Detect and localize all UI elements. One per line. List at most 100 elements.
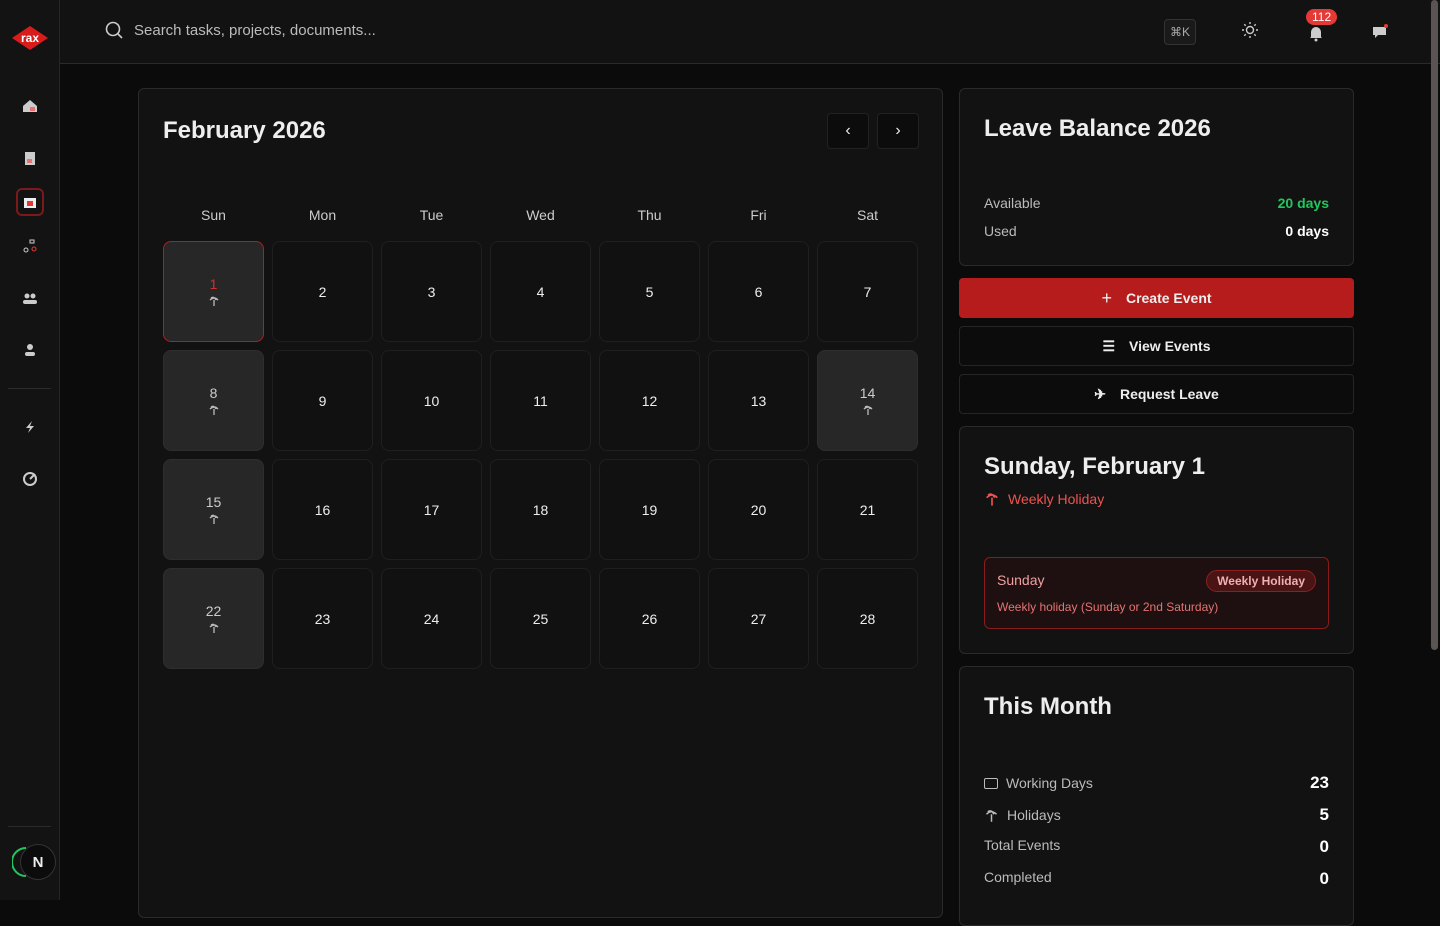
- used-label: Used: [984, 223, 1017, 239]
- palm-tree-icon: [208, 295, 220, 307]
- day-number: 7: [864, 284, 872, 300]
- svg-text:rax: rax: [21, 31, 39, 45]
- view-events-button[interactable]: ☰View Events: [959, 326, 1354, 366]
- calendar-title: February 2026: [163, 117, 326, 145]
- calendar-day[interactable]: 17: [381, 459, 482, 560]
- weekday-header: Thu: [599, 207, 700, 223]
- request-leave-label: Request Leave: [1120, 386, 1219, 402]
- calendar-day[interactable]: 16: [272, 459, 373, 560]
- calendar-day[interactable]: 15: [163, 459, 264, 560]
- calendar-day[interactable]: 28: [817, 568, 918, 669]
- sidebar-item-workflow[interactable]: [16, 232, 44, 260]
- briefcase-icon: [984, 778, 998, 789]
- calendar-day[interactable]: 4: [490, 241, 591, 342]
- weekday-header: Mon: [272, 207, 373, 223]
- calendar-day[interactable]: 27: [708, 568, 809, 669]
- sidebar-item-calendar[interactable]: [16, 188, 44, 216]
- day-number: 12: [642, 393, 658, 409]
- sidebar-item-home[interactable]: [16, 92, 44, 120]
- prev-month-button[interactable]: ‹: [827, 113, 869, 149]
- day-number: 3: [428, 284, 436, 300]
- calendar-day[interactable]: 23: [272, 568, 373, 669]
- theme-toggle-sun-icon[interactable]: [1241, 21, 1259, 39]
- calendar-day[interactable]: 14: [817, 350, 918, 451]
- clipboard-icon: [22, 150, 38, 166]
- holidays-label: Holidays: [1007, 807, 1061, 823]
- calendar-day[interactable]: 26: [599, 568, 700, 669]
- day-number: 28: [860, 611, 876, 627]
- calendar-day[interactable]: 9: [272, 350, 373, 451]
- calendar-day[interactable]: 10: [381, 350, 482, 451]
- palm-tree-icon: [208, 622, 220, 634]
- weekday-header: Sat: [817, 207, 918, 223]
- sidebar-item-team[interactable]: [16, 284, 44, 312]
- search-input[interactable]: Search tasks, projects, documents...: [104, 20, 376, 40]
- leave-balance-card: Leave Balance 2026 Available20 days Used…: [959, 88, 1354, 266]
- calendar-day[interactable]: 2: [272, 241, 373, 342]
- calendar-day[interactable]: 25: [490, 568, 591, 669]
- bell-icon[interactable]: [1307, 24, 1325, 42]
- sidebar-item-profile[interactable]: [16, 336, 44, 364]
- list-icon: ☰: [1102, 338, 1115, 355]
- rax-logo[interactable]: rax: [11, 24, 49, 52]
- calendar-day[interactable]: 11: [490, 350, 591, 451]
- chat-icon[interactable]: [1371, 23, 1389, 41]
- working-days-label: Working Days: [1006, 775, 1093, 791]
- working-days-value: 23: [1310, 773, 1329, 793]
- day-number: 6: [755, 284, 763, 300]
- calendar-day[interactable]: 13: [708, 350, 809, 451]
- day-number: 19: [642, 502, 658, 518]
- create-event-button[interactable]: +Create Event: [959, 278, 1354, 318]
- next-month-button[interactable]: ›: [877, 113, 919, 149]
- calendar-day[interactable]: 6: [708, 241, 809, 342]
- calendar-day[interactable]: 5: [599, 241, 700, 342]
- day-number: 23: [315, 611, 331, 627]
- day-number: 16: [315, 502, 331, 518]
- calendar-day[interactable]: 21: [817, 459, 918, 560]
- calendar-card: February 2026 ‹ › SunMonTueWedThuFriSat …: [138, 88, 943, 918]
- total-events-label: Total Events: [984, 837, 1060, 857]
- day-number: 4: [537, 284, 545, 300]
- search-icon: [104, 20, 124, 40]
- event-item[interactable]: Sunday Weekly Holiday Weekly holiday (Su…: [984, 557, 1329, 629]
- scrollbar[interactable]: [1431, 0, 1438, 650]
- top-bar: Search tasks, projects, documents... ⌘K …: [60, 0, 1440, 64]
- leave-title: Leave Balance 2026: [984, 115, 1211, 143]
- palm-tree-icon: [862, 404, 874, 416]
- calendar-day[interactable]: 8: [163, 350, 264, 451]
- sidebar-item-activity[interactable]: [16, 413, 44, 441]
- palm-tree-icon: [984, 808, 999, 823]
- calendar-day[interactable]: 24: [381, 568, 482, 669]
- palm-tree-icon: [208, 513, 220, 525]
- day-number: 22: [206, 603, 222, 619]
- calendar-day[interactable]: 3: [381, 241, 482, 342]
- user-icon: [22, 342, 38, 358]
- plane-icon: ✈: [1094, 386, 1106, 403]
- completed-label: Completed: [984, 869, 1052, 889]
- calendar-day[interactable]: 7: [817, 241, 918, 342]
- avatar[interactable]: N: [12, 844, 56, 880]
- calendar-day[interactable]: 22: [163, 568, 264, 669]
- day-number: 8: [210, 385, 218, 401]
- calendar-day[interactable]: 18: [490, 459, 591, 560]
- sidebar-item-goals[interactable]: [16, 465, 44, 493]
- day-number: 24: [424, 611, 440, 627]
- calendar-day[interactable]: 12: [599, 350, 700, 451]
- day-number: 5: [646, 284, 654, 300]
- palm-tree-icon: [984, 491, 1000, 507]
- calendar-day[interactable]: 20: [708, 459, 809, 560]
- sidebar-divider: [8, 826, 51, 827]
- calendar-day[interactable]: 19: [599, 459, 700, 560]
- team-icon: [22, 290, 38, 306]
- day-number: 18: [533, 502, 549, 518]
- this-month-card: This Month Working Days23 Holidays5 Tota…: [959, 666, 1354, 926]
- sidebar-item-tasks[interactable]: [16, 144, 44, 172]
- home-icon: [22, 98, 38, 114]
- request-leave-button[interactable]: ✈ Request Leave: [959, 374, 1354, 414]
- command-shortcut[interactable]: ⌘K: [1164, 19, 1196, 45]
- avatar-initial: N: [20, 844, 56, 880]
- day-number: 9: [319, 393, 327, 409]
- event-name: Sunday: [997, 572, 1044, 588]
- calendar-day[interactable]: 1: [163, 241, 264, 342]
- weekday-header: Sun: [163, 207, 264, 223]
